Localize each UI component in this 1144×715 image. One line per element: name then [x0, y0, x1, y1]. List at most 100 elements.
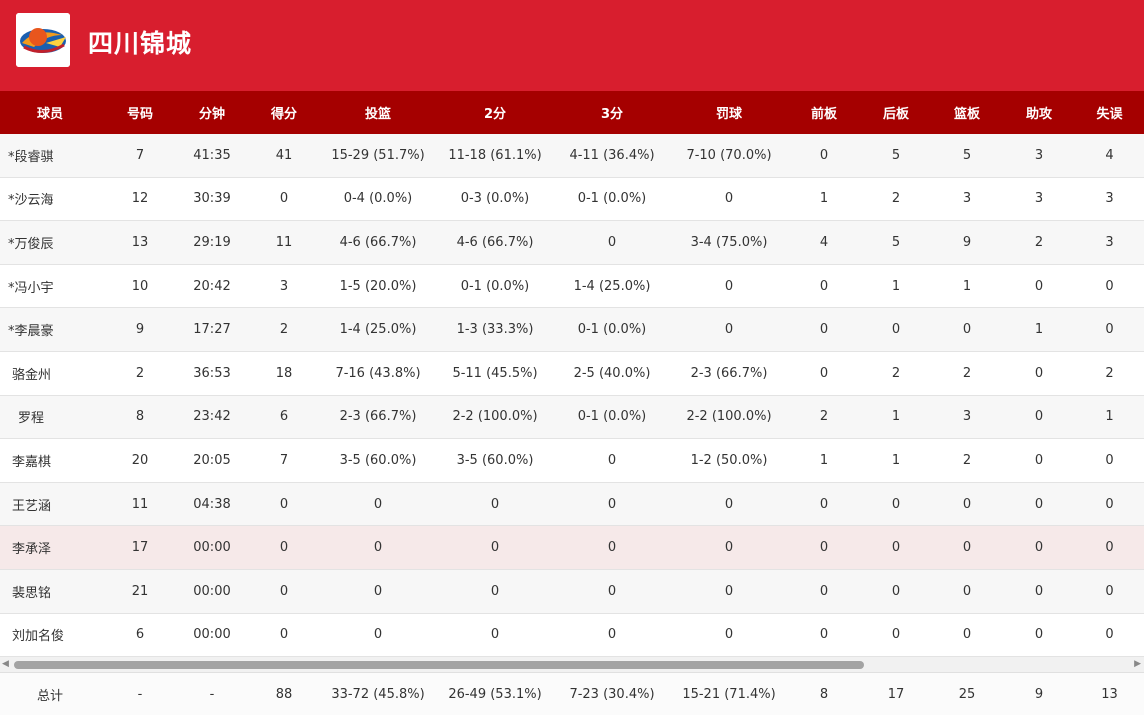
free-throws-cell: 0 — [724, 583, 734, 599]
rebounds-cell: 9 — [962, 234, 972, 250]
three-pointers-cell: 0-1 (0.0%) — [577, 409, 647, 425]
turnovers-cell: 0 — [1105, 583, 1114, 599]
jersey-number-cell: 8 — [135, 409, 145, 425]
table-row[interactable]: *段睿骐 7 41:35 41 15-29 (51.7%) 11-18 (61.1%) 4-… — [0, 134, 1144, 178]
column-header-three-pointers[interactable]: 3分 — [553, 91, 671, 134]
field-goals-cell: 0 — [373, 583, 383, 599]
field-goals-cell: 1-4 (25.0%) — [339, 322, 417, 338]
player-stats-table: 球员 号码 分钟 得分 投篮 2分 3分 罚球 前板 后板 篮板 助攻 失误 *段睿骐 7 41:35 41 1… — [0, 91, 1144, 658]
offensive-rebounds-cell: 0 — [819, 496, 829, 512]
player-name-cell: *段睿骐 — [8, 149, 54, 165]
turnovers-cell: 0 — [1105, 540, 1114, 556]
column-header-player-name[interactable]: 球员 — [0, 91, 100, 134]
column-header-free-throws[interactable]: 罚球 — [671, 91, 787, 134]
table-row[interactable]: 刘加名俊 6 00:00 0 0 0 0 0 0 0 0 0 0 — [0, 614, 1144, 658]
offensive-rebounds-cell: 0 — [819, 365, 829, 381]
jersey-number-cell: 13 — [131, 234, 149, 250]
column-header-minutes[interactable]: 分钟 — [175, 91, 249, 134]
player-name-cell: 李承泽 — [12, 542, 52, 558]
points-cell: 0 — [279, 191, 289, 207]
offensive-rebounds-cell: 0 — [819, 583, 829, 599]
points-cell: 2 — [279, 322, 289, 338]
offensive-rebounds-cell: 0 — [819, 278, 829, 294]
turnovers-cell: 0 — [1105, 627, 1114, 643]
defensive-rebounds-cell: 0 — [891, 322, 901, 338]
two-pointers-cell: 1-3 (33.3%) — [456, 322, 534, 338]
field-goals-cell: 0-4 (0.0%) — [343, 191, 413, 207]
column-header-rebounds[interactable]: 篮板 — [931, 91, 1003, 134]
player-name-cell: *李晨豪 — [8, 324, 54, 340]
two-pointers-cell: 11-18 (61.1%) — [448, 147, 542, 163]
points-cell: 3 — [279, 278, 289, 294]
column-header-defensive-rebounds[interactable]: 后板 — [861, 91, 931, 134]
defensive-rebounds-cell: 0 — [891, 496, 901, 512]
column-header-jersey-number[interactable]: 号码 — [100, 91, 180, 134]
rebounds-cell: 0 — [962, 322, 972, 338]
table-row[interactable]: *李晨豪 9 17:27 2 1-4 (25.0%) 1-3 (33.3%) 0-1 (0.… — [0, 308, 1144, 352]
turnovers-cell: 0 — [1105, 322, 1114, 338]
three-pointers-cell: 0 — [607, 496, 617, 512]
jersey-number-cell: 6 — [135, 627, 145, 643]
minutes-cell: 00:00 — [193, 627, 231, 643]
scroll-left-arrow-icon[interactable]: ◀ — [2, 659, 9, 669]
three-pointers-cell: 1-4 (25.0%) — [573, 278, 651, 294]
scroll-right-arrow-icon[interactable]: ▶ — [1134, 659, 1141, 669]
table-row[interactable]: 李嘉棋 20 20:05 7 3-5 (60.0%) 3-5 (60.0%) 0 1-2 (5… — [0, 439, 1144, 483]
free-throws-cell: 3-4 (75.0%) — [690, 234, 768, 250]
column-header-offensive-rebounds[interactable]: 前板 — [787, 91, 861, 134]
totals-row: 总计 - - 88 33-72 (45.8%) 26-49 (53.1%) 7-23 (30… — [0, 672, 1144, 715]
table-row[interactable]: *万俊辰 13 29:19 11 4-6 (66.7%) 4-6 (66.7%) 0 3-4 … — [0, 221, 1144, 265]
player-name-cell: 李嘉棋 — [12, 454, 52, 470]
defensive-rebounds-cell: 0 — [891, 627, 901, 643]
field-goals-cell: 7-16 (43.8%) — [335, 365, 421, 381]
table-row[interactable]: 王艺涵 11 04:38 0 0 0 0 0 0 0 0 0 0 — [0, 482, 1144, 527]
total-two-pointers: 26-49 (53.1%) — [448, 686, 542, 702]
two-pointers-cell: 0 — [490, 583, 500, 599]
minutes-cell: 23:42 — [193, 409, 231, 425]
three-pointers-cell: 0-1 (0.0%) — [577, 191, 647, 207]
assists-cell: 3 — [1034, 191, 1044, 207]
team-header: 四川锦城 — [0, 0, 1144, 91]
table-row[interactable]: 李承泽 17 00:00 0 0 0 0 0 0 0 0 0 0 — [0, 526, 1144, 570]
defensive-rebounds-cell: 1 — [891, 409, 901, 425]
jersey-number-cell: 7 — [135, 147, 145, 163]
two-pointers-cell: 0 — [490, 540, 500, 556]
column-header-assists[interactable]: 助攻 — [1003, 91, 1075, 134]
rebounds-cell: 0 — [962, 540, 972, 556]
three-pointers-cell: 2-5 (40.0%) — [573, 365, 651, 381]
scrollbar-thumb[interactable] — [14, 661, 864, 669]
player-name-cell: 刘加名俊 — [12, 629, 65, 645]
table-row[interactable]: *冯小宇 10 20:42 3 1-5 (20.0%) 0-1 (0.0%) 1-4 (25… — [0, 265, 1144, 309]
column-header-points[interactable]: 得分 — [249, 91, 319, 134]
three-pointers-cell: 0 — [607, 627, 617, 643]
assists-cell: 0 — [1034, 409, 1044, 425]
two-pointers-cell: 2-2 (100.0%) — [452, 409, 538, 425]
turnovers-cell: 3 — [1105, 234, 1114, 250]
column-header-two-pointers[interactable]: 2分 — [437, 91, 553, 134]
rebounds-cell: 5 — [962, 147, 972, 163]
minutes-cell: 41:35 — [193, 147, 231, 163]
total-points: 88 — [275, 686, 293, 702]
three-pointers-cell: 0-1 (0.0%) — [577, 322, 647, 338]
column-header-field-goals[interactable]: 投篮 — [319, 91, 437, 134]
table-row[interactable]: 骆金州 2 36:53 18 7-16 (43.8%) 5-11 (45.5%) 2-5 (… — [0, 352, 1144, 396]
minutes-cell: 20:42 — [193, 278, 231, 294]
field-goals-cell: 15-29 (51.7%) — [331, 147, 425, 163]
two-pointers-cell: 3-5 (60.0%) — [456, 452, 534, 468]
total-rebounds: 25 — [958, 686, 976, 702]
total-turnovers: 13 — [1101, 686, 1118, 702]
total-jersey-number: - — [137, 686, 143, 702]
horizontal-scrollbar[interactable]: ◀ ▶ — [0, 657, 1144, 672]
offensive-rebounds-cell: 1 — [819, 452, 829, 468]
points-cell: 7 — [279, 452, 289, 468]
rebounds-cell: 0 — [962, 627, 972, 643]
table-row[interactable]: 裴思铭 21 00:00 0 0 0 0 0 0 0 0 0 0 — [0, 569, 1144, 614]
field-goals-cell: 0 — [373, 540, 383, 556]
table-row[interactable]: *沙云海 12 30:39 0 0-4 (0.0%) 0-3 (0.0%) 0-1 (0.0… — [0, 178, 1144, 222]
free-throws-cell: 0 — [724, 627, 734, 643]
free-throws-cell: 0 — [724, 496, 734, 512]
assists-cell: 3 — [1034, 147, 1044, 163]
three-pointers-cell: 0 — [607, 234, 617, 250]
table-row[interactable]: 罗程 8 23:42 6 2-3 (66.7%) 2-2 (100.0%) 0-1 (0.0… — [0, 395, 1144, 440]
column-header-turnovers[interactable]: 失误 — [1075, 91, 1144, 134]
